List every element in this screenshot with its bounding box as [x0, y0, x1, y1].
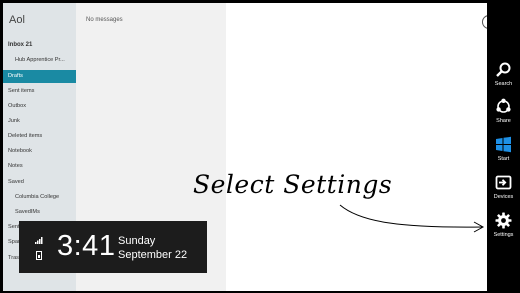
screen: Aol Inbox 21 Hub Apprentice Pr... Drafts…: [0, 0, 520, 293]
folder-drafts[interactable]: Drafts: [3, 70, 76, 83]
charm-settings[interactable]: Settings: [487, 210, 520, 246]
empty-message-list-text: No messages: [86, 17, 123, 23]
share-icon: [496, 98, 511, 113]
clock-day: Sunday: [118, 235, 156, 247]
folder-notebook[interactable]: Notebook: [3, 145, 76, 158]
app-title: Aol: [9, 14, 25, 26]
charm-start[interactable]: Start: [487, 134, 520, 170]
clock-overlay: 3:41 Sunday September 22: [19, 221, 207, 273]
folder-deleted-items[interactable]: Deleted items: [3, 130, 76, 143]
charm-start-label: Start: [497, 156, 510, 162]
folder-inbox[interactable]: Inbox 21: [3, 39, 76, 52]
charm-share[interactable]: Share: [487, 96, 520, 132]
signal-icon: [35, 237, 43, 244]
folder-hub-apprentice[interactable]: Hub Apprentice Pr...: [3, 54, 76, 67]
folder-junk[interactable]: Junk: [3, 115, 76, 128]
folder-savedims[interactable]: SavedIMs: [3, 206, 76, 219]
windows-start-icon: [496, 136, 511, 153]
battery-icon: [36, 251, 42, 260]
charms-bar: Search Share Start Devices Settings: [487, 0, 520, 293]
reading-pane: [226, 3, 487, 291]
devices-icon: [495, 175, 512, 190]
charm-share-label: Share: [496, 118, 511, 124]
clock-date: September 22: [118, 249, 188, 261]
folder-sent-items[interactable]: Sent items: [3, 85, 76, 98]
charm-devices-label: Devices: [493, 194, 514, 200]
clock-time: 3:41: [57, 230, 116, 262]
folder-outbox[interactable]: Outbox: [3, 100, 76, 113]
folder-notes[interactable]: Notes: [3, 160, 76, 173]
charm-settings-label: Settings: [493, 232, 514, 238]
charm-search[interactable]: Search: [487, 59, 520, 95]
folder-saved[interactable]: Saved: [3, 176, 76, 189]
search-icon: [496, 62, 511, 77]
gear-icon: [495, 212, 512, 229]
folder-columbia-college[interactable]: Columbia College: [3, 191, 76, 204]
charm-devices[interactable]: Devices: [487, 172, 520, 208]
charm-search-label: Search: [494, 81, 513, 87]
